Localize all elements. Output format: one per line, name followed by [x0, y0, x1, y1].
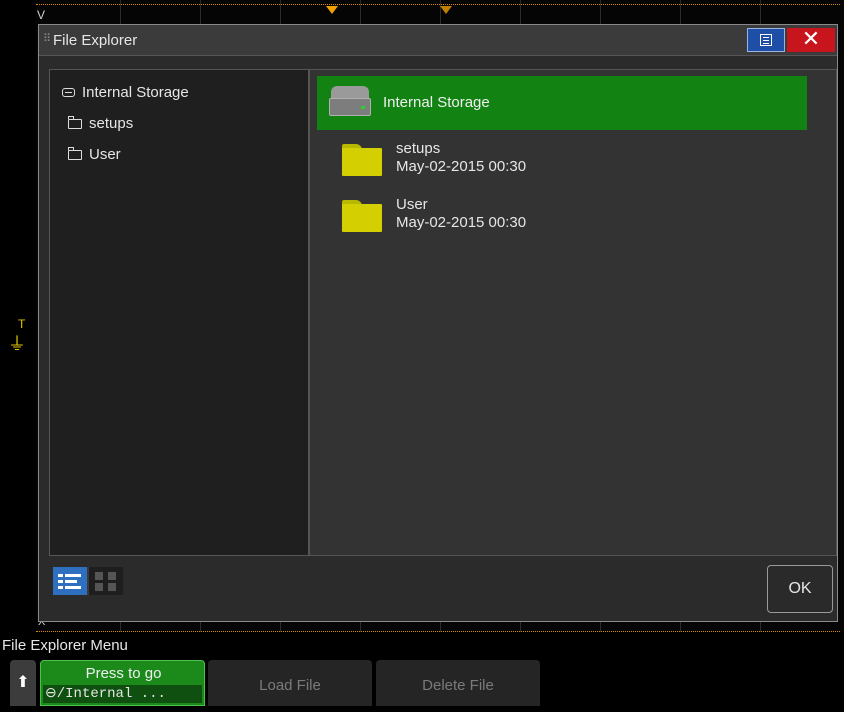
- tree-item-user[interactable]: User: [67, 146, 121, 163]
- drag-grip-icon[interactable]: ⠿: [43, 32, 51, 45]
- vertical-marker: V: [37, 8, 46, 22]
- load-file-softkey[interactable]: Load File: [208, 660, 372, 706]
- view-mode-toggle: [53, 567, 123, 595]
- back-button[interactable]: ⬆: [10, 660, 36, 706]
- path-text: /Internal ...: [56, 686, 166, 702]
- drive-icon: [62, 88, 75, 97]
- list-item-label: Internal Storage: [383, 94, 490, 111]
- drive-icon: [329, 86, 371, 118]
- tree-item-internal-storage[interactable]: Internal Storage: [62, 84, 189, 101]
- file-list: Internal Storage setups May-02-2015 00:3…: [309, 69, 837, 556]
- time-reference-marker: [440, 6, 452, 14]
- list-item-user[interactable]: User May-02-2015 00:30: [310, 190, 810, 240]
- folder-icon: [342, 200, 382, 232]
- tree-item-label: Internal Storage: [82, 84, 189, 101]
- list-item-name: setups: [396, 140, 441, 157]
- drive-icon: ⊖: [45, 686, 57, 702]
- trigger-level-marker: T: [18, 317, 26, 331]
- folder-icon: [67, 115, 82, 129]
- delete-file-softkey[interactable]: Delete File: [376, 660, 540, 706]
- tree-item-setups[interactable]: setups: [67, 115, 134, 132]
- folder-tree: Internal Storage setups User: [49, 69, 309, 556]
- close-button[interactable]: ✕: [787, 28, 835, 52]
- list-item-name: User: [396, 196, 428, 213]
- ok-button[interactable]: OK: [767, 565, 833, 613]
- list-item-internal-storage[interactable]: Internal Storage: [317, 76, 807, 130]
- folder-icon: [342, 144, 382, 176]
- dialog-titlebar[interactable]: ⠿ File Explorer ✕: [39, 25, 837, 56]
- list-item-date: May-02-2015 00:30: [396, 214, 527, 231]
- list-view-button[interactable]: [53, 567, 87, 595]
- list-item-date: May-02-2015 00:30: [396, 158, 527, 175]
- file-explorer-dialog: ⠿ File Explorer ✕ Internal Storage setup…: [38, 24, 838, 622]
- list-item-setups[interactable]: setups May-02-2015 00:30: [310, 134, 810, 184]
- grid-view-button[interactable]: [89, 567, 123, 595]
- up-arrow-icon: ⬆: [16, 674, 30, 691]
- menu-title: File Explorer Menu: [2, 637, 128, 654]
- folder-icon: [67, 146, 82, 160]
- path-value: ⊖/Internal ...: [43, 685, 202, 703]
- tree-item-label: setups: [89, 115, 134, 132]
- press-to-go-softkey[interactable]: Press to go ⊖/Internal ...: [40, 660, 205, 706]
- softkey-label: Press to go: [85, 665, 162, 682]
- list-view-icon[interactable]: [747, 28, 785, 52]
- ground-reference-icon: ⏚: [8, 334, 26, 354]
- dialog-title: File Explorer: [53, 32, 138, 49]
- trigger-position-marker: [326, 6, 338, 14]
- tree-item-label: User: [89, 146, 121, 163]
